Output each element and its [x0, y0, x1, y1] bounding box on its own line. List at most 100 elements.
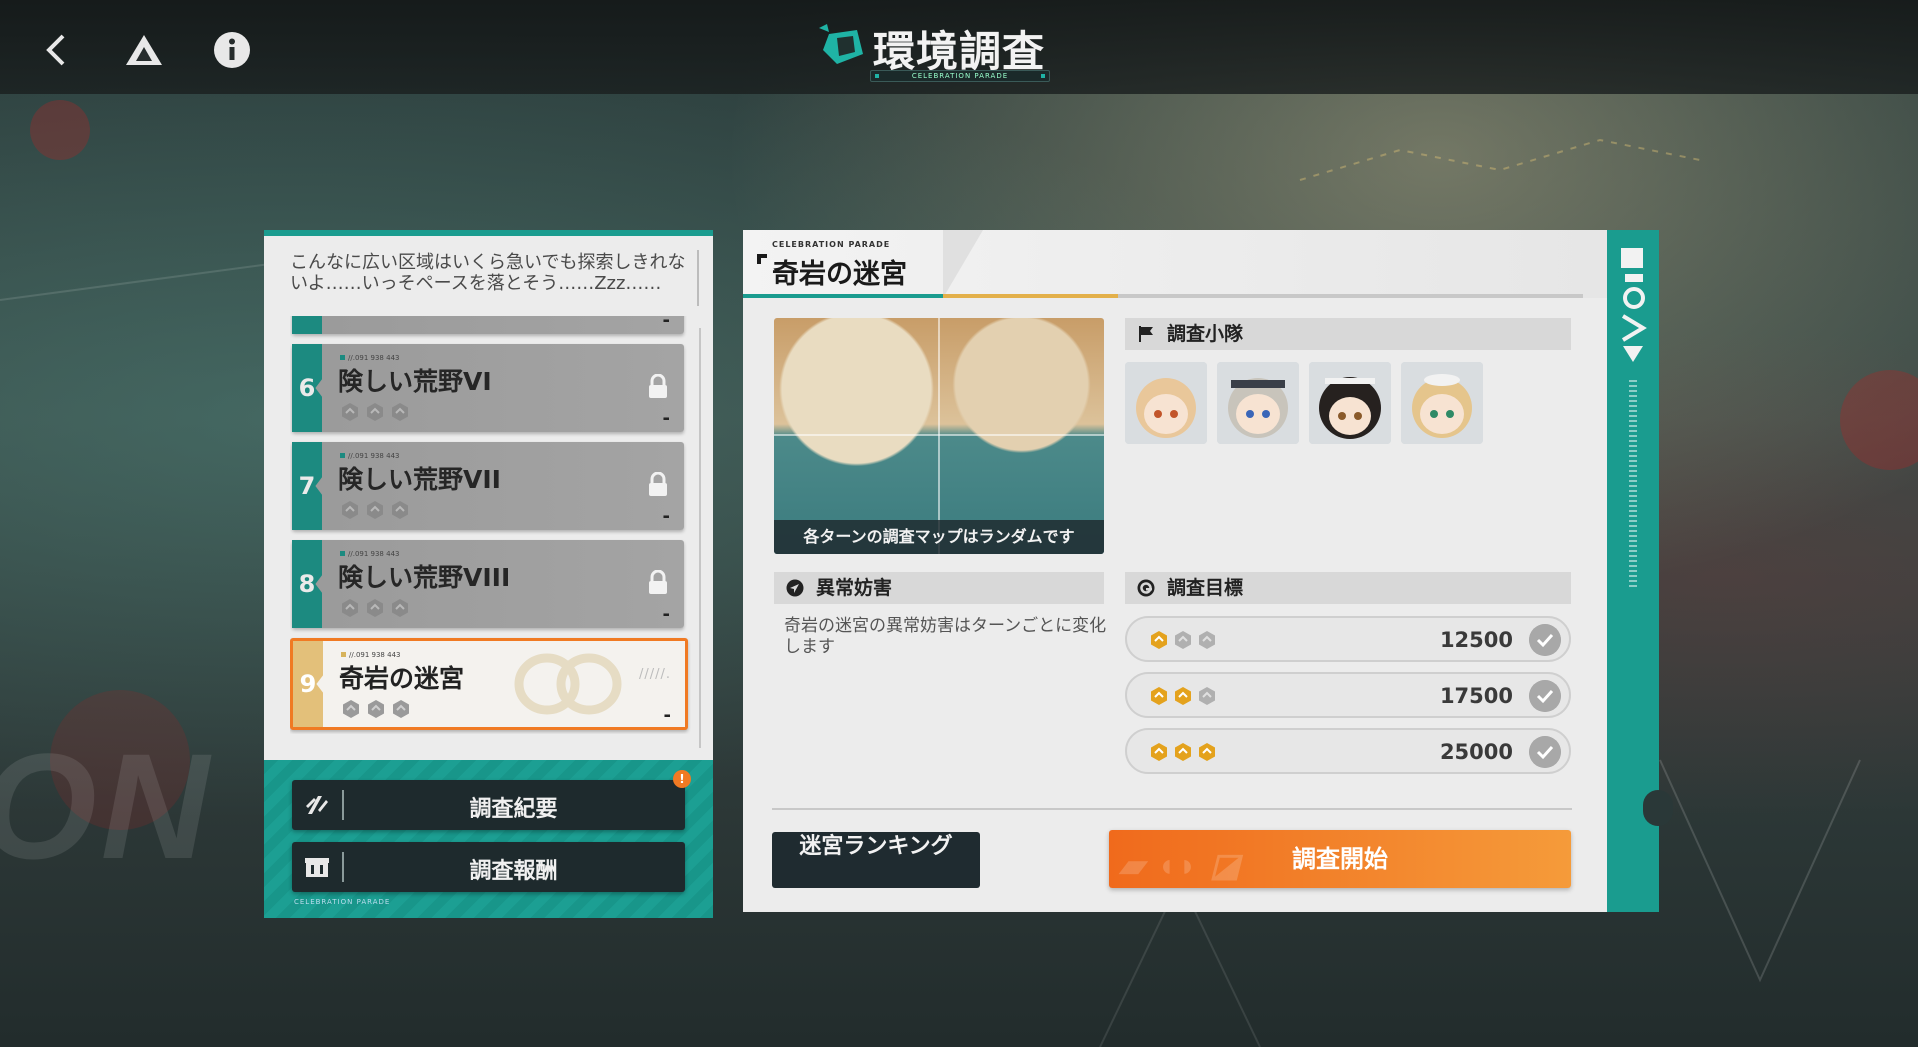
gear-filled-icon	[1151, 687, 1167, 705]
detail-title: 奇岩の迷宮	[772, 259, 907, 290]
info-button[interactable]	[204, 22, 260, 78]
stage-score: -	[663, 705, 671, 726]
goal-stars	[1149, 742, 1217, 762]
gear-empty-icon	[343, 700, 359, 718]
gear-filled-icon	[1175, 743, 1191, 761]
stage-list-scrollbar[interactable]	[699, 328, 701, 748]
character-portrait-icon	[1125, 362, 1207, 444]
survey-map-preview: 各ターンの調査マップはランダムです	[774, 318, 1104, 554]
gear-empty-icon	[342, 599, 358, 617]
stage-number: 7	[292, 442, 322, 530]
left-panel-footer: 調査紀要 ! 調査報酬 CELEBRATION PARADE	[264, 760, 713, 918]
stage-item-6[interactable]: 6 //.091 938 443 険しい荒野VI -	[292, 344, 684, 432]
stage-item-8[interactable]: 8 //.091 938 443 険しい荒野VIII -	[292, 540, 684, 628]
chevron-left-icon	[46, 34, 65, 66]
gear-empty-icon	[367, 599, 383, 617]
infinity-loop-icon	[514, 653, 622, 715]
stage-stars	[341, 699, 411, 719]
navigation-arrow-icon	[786, 579, 804, 597]
stage-score: -	[662, 604, 670, 625]
gear-empty-icon	[392, 403, 408, 421]
goal-score: 17500	[1439, 684, 1513, 708]
stage-stars	[340, 500, 410, 520]
goal-stars	[1149, 686, 1217, 706]
labyrinth-ranking-button[interactable]: 迷宮ランキング	[772, 832, 980, 888]
page-subtitle: CELEBRATION PARADE	[870, 70, 1050, 82]
team-header-label: 調査小隊	[1167, 323, 1244, 345]
stage-score: -	[662, 408, 670, 429]
side-tab-notch	[1643, 790, 1673, 826]
lock-icon	[649, 472, 667, 496]
flag-icon	[1139, 326, 1153, 342]
divider	[772, 808, 1572, 810]
summary-icon	[306, 796, 328, 814]
team-member-avatar[interactable]	[1125, 362, 1207, 444]
stage-stars	[340, 598, 410, 618]
gear-filled-icon	[1151, 631, 1167, 649]
back-button[interactable]	[28, 22, 84, 78]
map-caption: 各ターンの調査マップはランダムです	[774, 520, 1104, 554]
survey-reward-button[interactable]: 調査報酬	[292, 842, 685, 892]
team-member-avatar[interactable]	[1401, 362, 1483, 444]
info-icon	[214, 32, 250, 68]
character-portrait-icon	[1217, 362, 1299, 444]
stage-item-5[interactable]: -	[292, 316, 684, 334]
goal-score: 12500	[1439, 628, 1513, 652]
notification-badge: !	[673, 770, 691, 788]
goal-row-1: 12500	[1125, 616, 1571, 662]
stage-code: //.091 938 443	[340, 354, 399, 362]
page-title-block: 環境調査 CELEBRATION PARADE	[815, 14, 1055, 84]
detail-header: CELEBRATION PARADE 奇岩の迷宮	[743, 230, 1607, 298]
target-icon	[1137, 579, 1155, 597]
event-logo-icon	[1621, 248, 1647, 362]
goal-header-label: 調査目標	[1167, 577, 1244, 599]
stage-item-7[interactable]: 7 //.091 938 443 険しい荒野VII -	[292, 442, 684, 530]
goal-row-2: 17500	[1125, 672, 1571, 718]
team-member-avatar[interactable]	[1217, 362, 1299, 444]
stage-code: //.091 938 443	[340, 550, 399, 558]
stage-number: 6	[292, 344, 322, 432]
gear-filled-icon	[1175, 687, 1191, 705]
survey-logo-icon	[819, 24, 863, 64]
quote-scrollbar[interactable]	[697, 250, 699, 306]
stage-item-9-selected[interactable]: 9 //.091 938 443 奇岩の迷宮 /////. -	[290, 638, 688, 730]
goal-stars	[1149, 630, 1217, 650]
stage-stars	[340, 402, 410, 422]
character-quote: こんなに広い区域はいくら急いでも探索しきれないよ……いっそペースを落とそう……Z…	[290, 252, 686, 294]
survey-reward-label: 調査報酬	[469, 859, 558, 884]
header-decoration	[943, 230, 983, 298]
stage-number: 8	[292, 540, 322, 628]
check-icon	[1529, 736, 1561, 768]
stage-list-viewport[interactable]: - 6 //.091 938 443 険しい荒野VI - 7 //.091 93…	[290, 316, 700, 734]
triangle-logo-icon	[126, 35, 162, 65]
gear-empty-icon	[392, 599, 408, 617]
anomaly-section-header: 異常妨害	[774, 572, 1104, 604]
stage-name: 険しい荒野VII	[338, 465, 501, 494]
team-member-avatar[interactable]	[1309, 362, 1391, 444]
goal-row-3: 25000	[1125, 728, 1571, 774]
stage-name: 奇岩の迷宮	[339, 664, 465, 693]
start-survey-button[interactable]: ▰ ◖◗ ◪ 調査開始	[1109, 830, 1571, 888]
reward-box-icon	[305, 858, 329, 877]
side-tab-fine-print	[1629, 380, 1637, 590]
character-portrait-icon	[1309, 362, 1391, 444]
gear-filled-icon	[1151, 743, 1167, 761]
stage-number: 9	[293, 641, 323, 727]
survey-summary-button[interactable]: 調査紀要 !	[292, 770, 691, 830]
gear-empty-icon	[342, 403, 358, 421]
home-button[interactable]	[116, 22, 172, 78]
gear-empty-icon	[1199, 687, 1215, 705]
goal-section-header: 調査目標	[1125, 572, 1571, 604]
gear-empty-icon	[342, 501, 358, 519]
goal-score: 25000	[1439, 740, 1513, 764]
lock-icon	[649, 570, 667, 594]
gear-empty-icon	[1199, 631, 1215, 649]
stage-detail-panel: CELEBRATION PARADE 奇岩の迷宮 各ターンの調査マップはランダム…	[743, 230, 1607, 912]
character-portrait-icon	[1401, 362, 1483, 444]
gear-empty-icon	[1175, 631, 1191, 649]
stage-code: //.091 938 443	[341, 651, 400, 659]
gear-empty-icon	[393, 700, 409, 718]
start-button-decoration: ▰ ◖◗ ◪	[1119, 847, 1243, 883]
left-footer-text: CELEBRATION PARADE	[294, 898, 391, 906]
side-tab-strip	[1607, 230, 1673, 912]
